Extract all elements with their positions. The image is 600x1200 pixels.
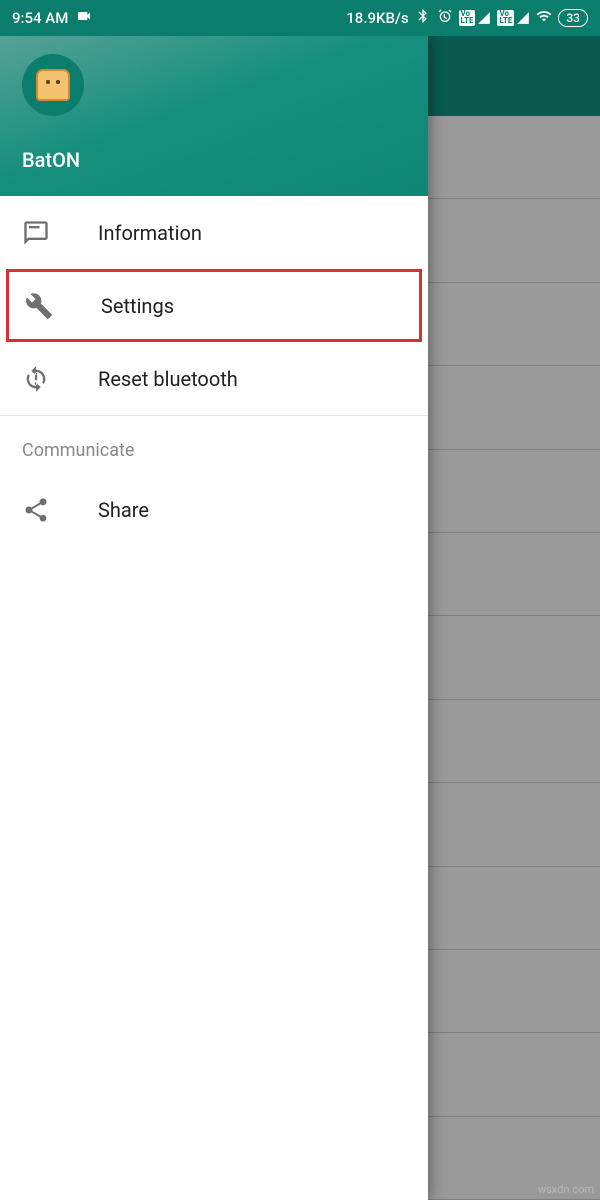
app-icon	[22, 54, 84, 116]
volte-badge-2: VoLTE	[497, 10, 514, 26]
refresh-alert-icon	[22, 365, 50, 393]
app-title: BatON	[22, 148, 406, 172]
drawer-body: Information Settings Reset bluetooth Com…	[0, 196, 428, 1200]
watermark: wsxdn.com	[538, 1183, 594, 1196]
battery-indicator: 33	[558, 9, 588, 27]
menu-label: Settings	[101, 294, 174, 318]
status-time: 9:54 AM	[12, 9, 68, 27]
menu-label: Information	[98, 221, 202, 245]
status-bar: 9:54 AM 18.9KB/s VoLTE VoLTE 33	[0, 0, 600, 36]
menu-label: Share	[98, 498, 149, 522]
navigation-drawer: BatON Information Settings Reset bluetoo…	[0, 36, 428, 1200]
menu-item-reset-bluetooth[interactable]: Reset bluetooth	[0, 342, 428, 415]
toast-icon	[36, 69, 70, 101]
wrench-icon	[25, 292, 53, 320]
section-header-communicate: Communicate	[0, 416, 428, 473]
drawer-header: BatON	[0, 36, 428, 196]
signal-group-1: VoLTE	[459, 10, 492, 26]
signal-group-2: VoLTE	[497, 10, 530, 26]
video-cam-icon	[76, 8, 92, 28]
bluetooth-icon	[415, 8, 431, 28]
menu-item-share[interactable]: Share	[0, 473, 428, 546]
signal-icon-1	[477, 11, 491, 25]
chat-icon	[22, 219, 50, 247]
menu-label: Reset bluetooth	[98, 367, 238, 391]
status-right: 18.9KB/s VoLTE VoLTE 33	[346, 8, 588, 28]
alarm-icon	[437, 8, 453, 28]
status-left: 9:54 AM	[12, 8, 92, 28]
menu-item-information[interactable]: Information	[0, 196, 428, 269]
menu-item-settings[interactable]: Settings	[6, 269, 422, 342]
network-speed: 18.9KB/s	[346, 9, 408, 27]
share-icon	[22, 496, 50, 524]
signal-icon-2	[516, 11, 530, 25]
wifi-icon	[536, 8, 552, 28]
volte-badge-1: VoLTE	[459, 10, 476, 26]
